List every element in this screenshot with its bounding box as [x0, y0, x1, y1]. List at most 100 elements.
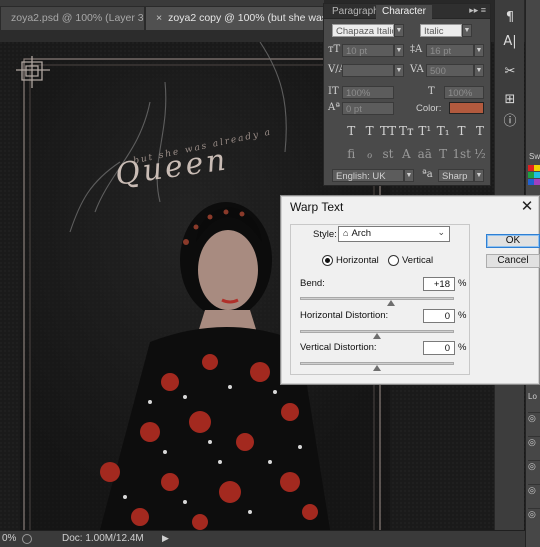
vertical-distortion-label: Vertical Distortion:	[300, 342, 377, 353]
swatch-cyan[interactable]	[534, 172, 540, 178]
panel-tab-bar: Paragraph Character ▸▸ ≡	[324, 4, 490, 19]
antialias-dropdown-icon[interactable]: ▼	[474, 169, 484, 182]
language-dropdown-icon[interactable]: ▼	[404, 169, 414, 182]
all-caps-button[interactable]: TT	[379, 124, 397, 138]
kerning-dropdown-icon[interactable]: ▼	[394, 64, 404, 77]
pilcrow-icon[interactable]: ¶	[499, 8, 521, 28]
bend-slider[interactable]	[300, 297, 454, 300]
horizontal-scale-field[interactable]: 100%	[444, 86, 484, 99]
layer-row[interactable]: ◎	[528, 484, 540, 504]
horizontal-distortion-slider-thumb[interactable]	[373, 333, 381, 339]
vertical-radio[interactable]	[388, 255, 399, 266]
status-bar: 0% Doc: 1.00M/12.4M ▶	[0, 530, 525, 547]
layer-row[interactable]: ◎	[528, 508, 540, 528]
style-label: Style:	[313, 229, 337, 240]
leading-field[interactable]: 16 pt	[426, 44, 474, 57]
underline-button[interactable]: T	[452, 124, 470, 138]
color-label: Color:	[416, 103, 442, 114]
tab-title: zoya2 copy @ 100% (but she was alread	[168, 12, 323, 24]
close-icon[interactable]: ✕	[519, 197, 535, 215]
titling-alternates-button[interactable]: T	[434, 147, 452, 161]
info-icon[interactable]: ⓘ	[499, 112, 521, 132]
swatch-yellow[interactable]	[534, 165, 540, 171]
ordinals-button[interactable]: 1st	[452, 147, 471, 161]
font-style-dropdown-icon[interactable]: ▼	[462, 24, 472, 37]
faux-italic-button[interactable]: T	[360, 124, 378, 138]
leading-icon: ‡A	[410, 44, 423, 55]
layer-row[interactable]: ◎	[528, 460, 540, 480]
superscript-button[interactable]: T¹	[416, 124, 434, 138]
vertical-distortion-input[interactable]: 0	[423, 341, 455, 355]
document-tab-zoya2[interactable]: zoya2.psd @ 100% (Layer 3, RGB/8...	[0, 6, 145, 30]
ok-button[interactable]: OK	[486, 234, 540, 248]
faux-bold-button[interactable]: T	[342, 124, 360, 138]
stylistic-alternates-button[interactable]: aā	[416, 147, 434, 161]
cancel-button[interactable]: Cancel	[486, 254, 540, 268]
horizontal-distortion-label: Horizontal Distortion:	[300, 310, 389, 321]
status-icon	[22, 534, 32, 544]
text-color-swatch[interactable]	[449, 102, 484, 114]
strikethrough-button[interactable]: T	[471, 124, 489, 138]
vertical-distortion-slider-thumb[interactable]	[373, 365, 381, 371]
close-icon[interactable]: ×	[156, 12, 162, 24]
tracking-field[interactable]: 500	[426, 64, 474, 77]
bend-label: Bend:	[300, 278, 325, 289]
chevron-down-icon: ⌄	[437, 227, 445, 237]
zoom-level[interactable]: 0%	[2, 533, 16, 544]
document-tab-bar: zoya2.psd @ 100% (Layer 3, RGB/8... × zoy…	[0, 0, 324, 30]
paragraph-style-icon[interactable]: A|	[499, 32, 521, 52]
font-family-field[interactable]: Chapaza Italic	[332, 24, 394, 37]
tab-character[interactable]: Character	[376, 5, 432, 19]
font-size-icon: тT	[328, 44, 341, 55]
horizontal-distortion-unit: %	[458, 310, 467, 321]
arch-icon: ⌂	[343, 228, 349, 238]
tools-icon[interactable]: ✂	[499, 62, 521, 82]
swatches-tab[interactable]: Sw	[529, 152, 540, 161]
swatch-purple[interactable]	[534, 179, 540, 185]
antialias-field[interactable]: Sharp	[438, 169, 474, 182]
ligatures-button[interactable]: fi	[342, 147, 360, 161]
bend-slider-thumb[interactable]	[386, 300, 395, 306]
layers-tab[interactable]: Lo	[528, 392, 537, 401]
font-size-dropdown-icon[interactable]: ▼	[394, 44, 404, 57]
fractions-button[interactable]: ½	[471, 147, 489, 161]
font-style-field[interactable]: Italic	[420, 24, 462, 37]
baseline-shift-field[interactable]: 0 pt	[342, 102, 394, 115]
vertical-radio-label: Vertical	[402, 255, 434, 266]
language-field[interactable]: English: UK	[332, 169, 404, 182]
panel-menu-icon[interactable]: ▸▸ ≡	[469, 5, 486, 16]
faux-style-buttons: T T TT Tт T¹ T₁ T T	[342, 124, 489, 138]
vertical-scale-field[interactable]: 100%	[342, 86, 394, 99]
font-family-dropdown-icon[interactable]: ▼	[394, 24, 404, 37]
kerning-field[interactable]	[342, 64, 394, 77]
status-menu-arrow-icon[interactable]: ▶	[162, 533, 169, 544]
bend-unit: %	[458, 278, 467, 289]
canvas-top-strip	[0, 30, 324, 42]
antialias-icon: ªa	[422, 169, 433, 180]
vertical-distortion-unit: %	[458, 342, 467, 353]
dialog-title: Warp Text	[290, 200, 344, 214]
small-caps-button[interactable]: Tт	[397, 124, 415, 138]
tracking-dropdown-icon[interactable]: ▼	[474, 64, 484, 77]
subscript-button[interactable]: T₁	[434, 124, 452, 138]
layer-row[interactable]: ◎	[528, 436, 540, 456]
layer-row[interactable]: ◎	[528, 412, 540, 432]
swash-button[interactable]: A	[397, 147, 415, 161]
document-tab-zoya2-copy[interactable]: × zoya2 copy @ 100% (but she was alread	[145, 6, 324, 30]
tracking-icon: VA	[410, 64, 424, 75]
adjustments-icon[interactable]: ⊞	[499, 90, 521, 110]
vertical-scale-icon: IT	[328, 86, 339, 97]
leading-dropdown-icon[interactable]: ▼	[474, 44, 484, 57]
bend-input[interactable]: +18	[423, 277, 455, 291]
old-style-button[interactable]: st	[379, 147, 397, 161]
warp-style-select[interactable]: ⌂ Arch ⌄	[338, 226, 450, 242]
horizontal-distortion-input[interactable]: 0	[423, 309, 455, 323]
horizontal-radio[interactable]	[322, 255, 333, 266]
document-info: Doc: 1.00M/12.4M	[62, 533, 144, 544]
baseline-shift-icon: Aª	[328, 102, 340, 113]
discretionary-ligatures-button[interactable]: ℴ	[360, 147, 378, 161]
font-size-field[interactable]: 10 pt	[342, 44, 394, 57]
character-panel: Paragraph Character ▸▸ ≡ Chapaza Italic …	[323, 3, 491, 186]
warp-style-value: Arch	[351, 228, 371, 239]
tab-title: zoya2.psd @ 100% (Layer 3, RGB/8...	[11, 12, 144, 24]
